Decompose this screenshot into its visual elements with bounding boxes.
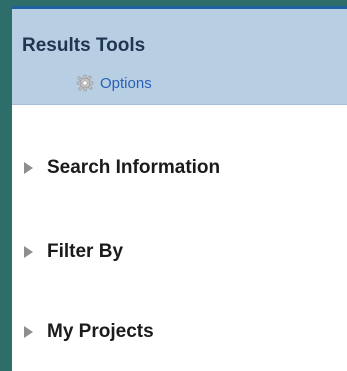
panel-title: Results Tools bbox=[22, 35, 146, 56]
options-link[interactable]: Options bbox=[76, 74, 152, 92]
section-search-information[interactable]: Search Information bbox=[24, 157, 220, 179]
section-label: Search Information bbox=[47, 157, 221, 178]
section-label: Filter By bbox=[47, 241, 124, 262]
triangle-right-icon bbox=[24, 326, 33, 338]
panel-header: Results Tools Options bbox=[12, 9, 347, 105]
section-filter-by[interactable]: Filter By bbox=[24, 241, 123, 263]
gear-icon bbox=[76, 74, 94, 92]
options-label: Options bbox=[100, 74, 152, 92]
section-label: My Projects bbox=[47, 321, 154, 342]
results-tools-panel: Results Tools Options Search Information… bbox=[12, 6, 347, 371]
triangle-right-icon bbox=[24, 246, 33, 258]
section-my-projects[interactable]: My Projects bbox=[24, 321, 154, 343]
triangle-right-icon bbox=[24, 162, 33, 174]
